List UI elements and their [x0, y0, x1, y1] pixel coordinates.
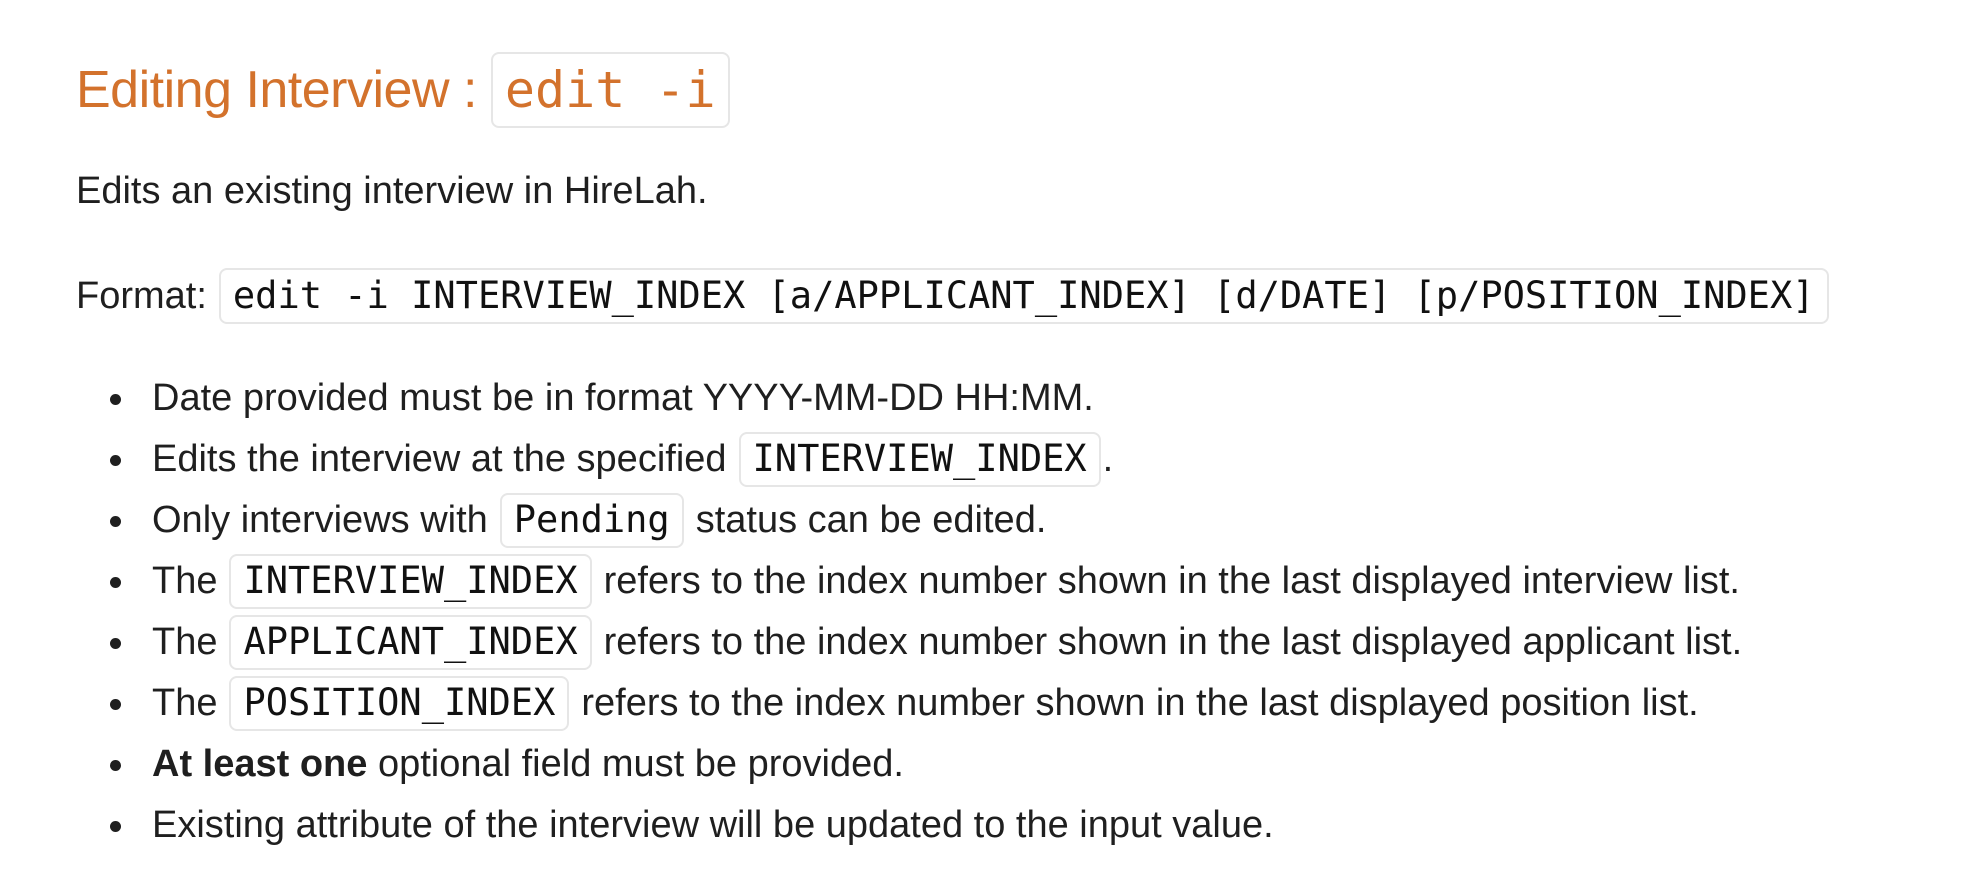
note-text: Only interviews with [152, 499, 488, 541]
list-item: Edits the interview at the specified INT… [76, 429, 1742, 490]
bullet-icon [110, 698, 121, 710]
list-item: The INTERVIEW_INDEX refers to the index … [76, 551, 1742, 612]
note-text: The [152, 682, 218, 724]
bullet-icon [110, 576, 121, 588]
section-heading: Editing Interview : edit -i [76, 52, 730, 128]
format-code: edit -i INTERVIEW_INDEX [a/APPLICANT_IND… [218, 268, 1829, 325]
note-text: refers to the index number shown in the … [581, 682, 1699, 724]
bullet-icon [110, 515, 121, 527]
inline-code: Pending [499, 493, 684, 548]
bullet-icon [110, 820, 121, 832]
command-description: Edits an existing interview in HireLah. [76, 170, 708, 212]
list-item: The APPLICANT_INDEX refers to the index … [76, 612, 1742, 673]
notes-list: Date provided must be in format YYYY-MM-… [76, 368, 1742, 856]
bullet-icon [110, 637, 121, 649]
note-text: The [152, 560, 218, 602]
note-text: status can be edited. [695, 499, 1047, 541]
note-text: optional field must be provided. [377, 743, 904, 785]
inline-code: APPLICANT_INDEX [229, 615, 592, 670]
bullet-icon [110, 393, 121, 405]
format-label: Format: [76, 274, 207, 317]
note-text: The [152, 621, 218, 663]
note-text: Existing attribute of the interview will… [152, 804, 1274, 846]
list-item: Existing attribute of the interview will… [76, 795, 1742, 856]
note-text: refers to the index number shown in the … [603, 621, 1743, 663]
emphasis-text: At least one [152, 743, 368, 785]
list-item: Date provided must be in format YYYY-MM-… [76, 368, 1742, 429]
list-item: At least one optional field must be prov… [76, 734, 1742, 795]
note-text: refers to the index number shown in the … [603, 560, 1740, 602]
command-format: Format: edit -i INTERVIEW_INDEX [a/APPLI… [76, 268, 1829, 325]
bullet-icon [110, 759, 121, 771]
note-text: Date provided must be in format YYYY-MM-… [152, 377, 1094, 419]
inline-code: INTERVIEW_INDEX [229, 554, 592, 609]
inline-code: INTERVIEW_INDEX [738, 432, 1101, 487]
list-item: The POSITION_INDEX refers to the index n… [76, 673, 1742, 734]
list-item: Only interviews with Pending status can … [76, 490, 1742, 551]
note-text: . [1102, 438, 1114, 480]
heading-command-code: edit -i [490, 52, 730, 128]
note-text: Edits the interview at the specified [152, 438, 727, 480]
inline-code: POSITION_INDEX [229, 676, 570, 731]
bullet-icon [110, 454, 121, 466]
heading-title: Editing Interview : [76, 61, 477, 119]
